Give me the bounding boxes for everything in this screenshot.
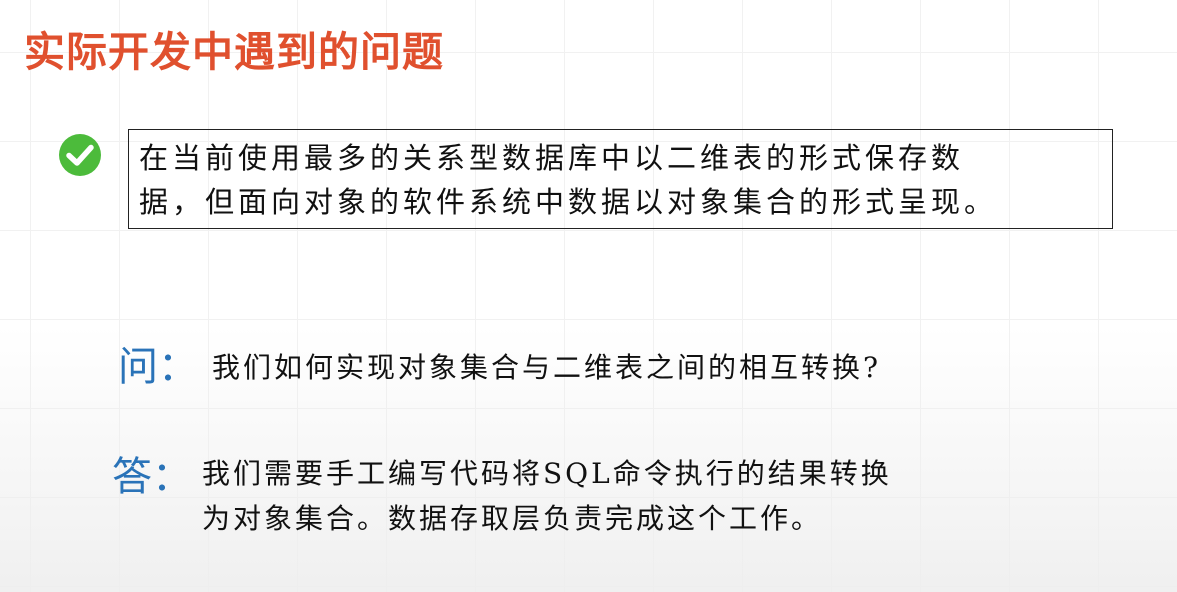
question-text: 我们如何实现对象集合与二维表之间的相互转换?: [212, 351, 882, 384]
answer-line-1: 我们需要手工编写代码将SQL命令执行的结果转换: [202, 457, 892, 490]
statement-box: 在当前使用最多的关系型数据库中以二维表的形式保存数 据，但面向对象的软件系统中数…: [128, 129, 1113, 229]
question-label: 问：: [118, 344, 198, 390]
statement-line-2: 据，但面向对象的软件系统中数据以对象集合的形式呈现。: [139, 185, 998, 219]
page-title: 实际开发中遇到的问题: [24, 28, 444, 76]
check-circle-icon: [59, 134, 101, 176]
answer-line-2: 为对象集合。数据存取层负责完成这个工作。: [202, 502, 823, 535]
answer-label: 答：: [112, 454, 192, 500]
statement-line-1: 在当前使用最多的关系型数据库中以二维表的形式保存数: [139, 141, 965, 175]
answer-text: 我们需要手工编写代码将SQL命令执行的结果转换 为对象集合。数据存取层负责完成这…: [202, 451, 892, 541]
